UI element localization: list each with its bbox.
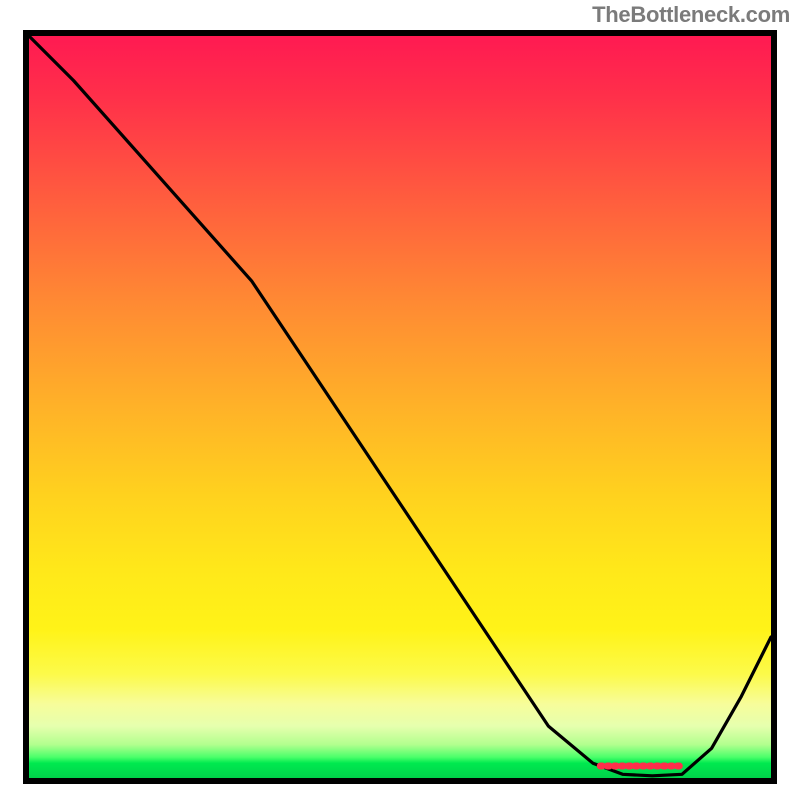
attribution-text: TheBottleneck.com <box>592 2 790 28</box>
line-series-curve <box>29 36 771 776</box>
chart-svg <box>29 36 771 778</box>
plot-area <box>23 30 777 784</box>
chart-wrapper: TheBottleneck.com <box>0 0 800 800</box>
